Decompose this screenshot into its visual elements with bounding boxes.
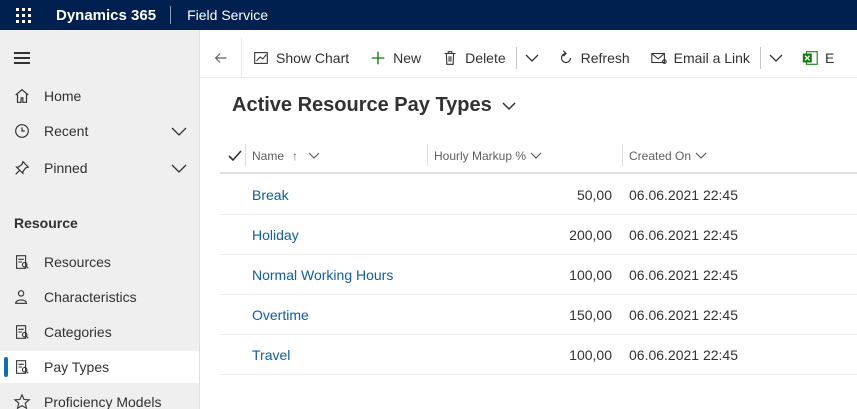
new-button[interactable]: New [359,38,431,78]
waffle-icon [15,7,31,23]
column-divider [427,144,428,166]
new-label: New [393,49,422,66]
chevron-down-icon [308,152,320,159]
sidebar-item-resources[interactable]: Resources [0,246,199,278]
arrow-left-icon [214,52,226,63]
created-on-value: 06.06.2021 22:45 [629,227,738,243]
created-on-value: 06.06.2021 22:45 [629,307,738,323]
column-header-name[interactable]: Name ↑ [252,140,320,172]
chevron-down-icon[interactable] [159,162,199,174]
view-selector[interactable]: Active Resource Pay Types [232,94,516,117]
column-header-label: Hourly Markup % [434,149,527,163]
sidebar-item-label: Characteristics [44,289,137,305]
sort-ascending-icon: ↑ [292,149,299,163]
column-divider [622,144,623,166]
excel-label: E [824,49,835,66]
record-name-link[interactable]: Break [252,175,289,215]
category-icon [0,323,44,341]
sidebar: Home Recent Pinned Resource Resources Ch… [0,30,200,409]
column-header-created-on[interactable]: Created On [629,140,707,172]
app-launcher-button[interactable] [0,0,46,30]
person-icon [0,288,44,306]
app-name[interactable]: Field Service [171,7,268,23]
hamburger-icon[interactable] [14,52,30,67]
hourly-markup-value: 100,00 [569,347,612,363]
home-icon [0,87,44,105]
sidebar-item-label: Categories [44,324,112,340]
plus-icon [371,51,385,64]
created-on-value: 06.06.2021 22:45 [629,347,738,363]
column-header-hourly-markup[interactable]: Hourly Markup % [434,140,542,172]
trash-icon [444,50,456,65]
table-row[interactable]: Overtime 150,00 06.06.2021 22:45 [220,295,857,335]
table-row[interactable]: Travel 100,00 06.06.2021 22:45 [220,335,857,375]
created-on-value: 06.06.2021 22:45 [629,267,738,283]
top-bar: Dynamics 365 Field Service [0,0,857,30]
refresh-button[interactable]: Refresh [547,38,640,78]
clock-icon [0,122,44,140]
chevron-down-icon [769,54,783,62]
hourly-markup-value: 100,00 [569,267,612,283]
sidebar-item-label: Pay Types [44,359,110,375]
selection-indicator [4,357,8,377]
show-chart-label: Show Chart [276,49,350,66]
record-name-link[interactable]: Holiday [252,215,299,255]
show-chart-button[interactable]: Show Chart [242,38,359,78]
email-link-label: Email a Link [673,49,750,66]
column-header-label: Created On [629,149,692,163]
more-commands-dropdown[interactable] [517,38,547,78]
pin-icon [0,159,44,177]
resource-icon [0,253,44,271]
chart-icon [254,51,268,64]
email-link-dropdown[interactable] [761,38,791,78]
sidebar-item-label: Pinned [44,160,88,176]
excel-button[interactable]: E [791,38,834,78]
sidebar-item-home[interactable]: Home [0,80,199,112]
excel-icon [802,50,818,65]
delete-label: Delete [465,49,506,66]
chevron-down-icon [502,101,516,110]
column-header-label: Name [252,149,285,163]
refresh-label: Refresh [580,49,630,66]
chevron-down-icon [525,54,539,62]
table-row[interactable]: Break 50,00 06.06.2021 22:45 [220,175,857,215]
email-link-button[interactable]: Email a Link [640,38,760,78]
record-name-link[interactable]: Overtime [252,295,309,335]
column-divider [245,144,246,166]
record-name-link[interactable]: Travel [252,335,290,375]
page-title: Active Resource Pay Types [232,94,492,116]
sidebar-item-proficiency-models[interactable]: Proficiency Models [0,386,199,409]
chevron-down-icon [530,152,542,159]
created-on-value: 06.06.2021 22:45 [629,187,738,203]
select-all-checkbox[interactable] [228,140,242,172]
back-button[interactable] [200,37,242,78]
checkmark-icon [228,150,242,162]
sidebar-item-label: Home [44,88,82,104]
sidebar-item-characteristics[interactable]: Characteristics [0,281,199,313]
table-row[interactable]: Holiday 200,00 06.06.2021 22:45 [220,215,857,255]
sidebar-item-pinned[interactable]: Pinned [0,152,199,184]
record-name-link[interactable]: Normal Working Hours [252,255,393,295]
command-bar: Show Chart New Delete Refresh Email a Li… [200,37,857,78]
chevron-down-icon[interactable] [159,125,199,137]
sidebar-item-recent[interactable]: Recent [0,115,199,147]
star-icon [0,393,44,409]
delete-button[interactable]: Delete [431,38,515,78]
sidebar-section-title: Resource [14,215,78,231]
refresh-icon [560,49,571,63]
email-link-icon [650,52,667,64]
sidebar-item-label: Proficiency Models [44,394,162,409]
sidebar-item-categories[interactable]: Categories [0,316,199,348]
sidebar-item-pay-types[interactable]: Pay Types [0,351,199,383]
app-title[interactable]: Dynamics 365 [46,7,170,24]
chevron-down-icon [695,152,707,159]
sidebar-item-label: Recent [44,123,89,139]
hourly-markup-value: 150,00 [569,307,612,323]
grid-header: Name ↑ Hourly Markup % Created On [220,140,857,174]
hourly-markup-value: 200,00 [569,227,612,243]
table-row[interactable]: Normal Working Hours 100,00 06.06.2021 2… [220,255,857,295]
hourly-markup-value: 50,00 [576,187,612,203]
sidebar-item-label: Resources [44,254,111,270]
